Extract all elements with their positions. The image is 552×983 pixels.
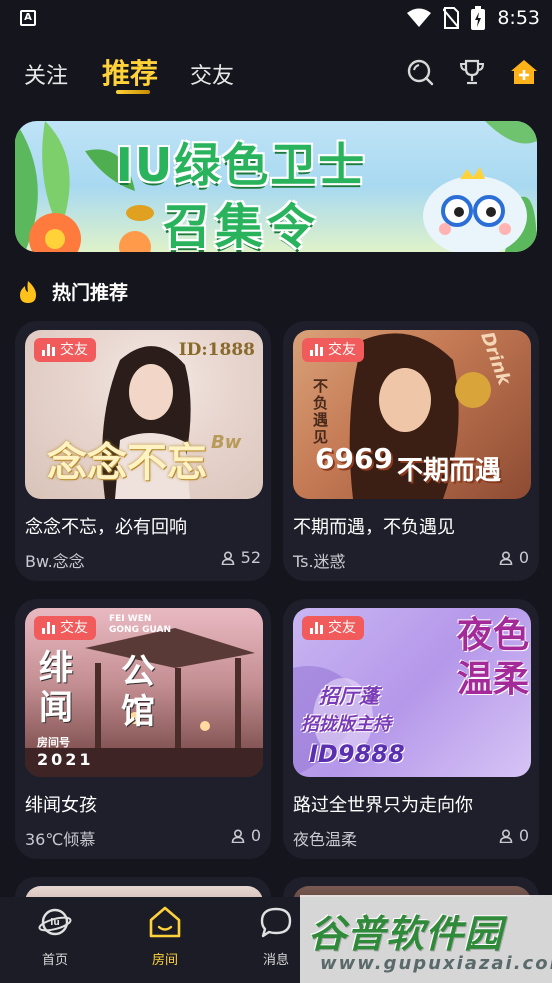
trophy-icon[interactable] xyxy=(458,58,486,86)
chart-bars-icon xyxy=(310,344,323,356)
chart-bars-icon xyxy=(310,622,323,634)
cover-side-text: 不负遇见 xyxy=(313,377,329,446)
room-title: 路过全世界只为走向你 xyxy=(293,795,473,816)
clock: 8:53 xyxy=(497,7,540,29)
chat-bubble-icon xyxy=(260,907,292,938)
person-icon xyxy=(499,828,513,843)
cover-id-text: ID9888 xyxy=(309,740,405,768)
chart-bars-icon xyxy=(42,344,55,356)
listener-count-value: 0 xyxy=(518,548,529,567)
person-icon xyxy=(499,550,513,565)
tab-friends[interactable]: 交友 xyxy=(190,58,234,90)
banner-title-line2: 召集令 xyxy=(162,199,319,252)
room-cover-image: 交友 不负遇见 Drink 6969 不期而遇 xyxy=(293,330,531,499)
host-name: Ts.迷惑 xyxy=(293,552,346,571)
tag-label: 交友 xyxy=(60,342,88,358)
search-icon[interactable] xyxy=(406,58,434,86)
cover-main-text-2: 公馆 xyxy=(121,652,155,732)
room-card[interactable]: 交友 ID:1888 念念不忘 Bw 念念不忘，必有回响 Bw.念念 52 xyxy=(15,321,271,581)
room-card[interactable]: 交友 FEI WEN GONG GUAN 绯闻 公馆 房间号 2021 绯闻女孩… xyxy=(15,599,271,859)
nav-home-label: 首页 xyxy=(41,953,68,968)
host-name: 36℃倾慕 xyxy=(25,830,96,849)
tag-label: 交友 xyxy=(60,620,88,636)
watermark-title: 谷普软件园 xyxy=(308,912,504,956)
host-name: Bw.念念 xyxy=(25,552,85,571)
chart-bars-icon xyxy=(42,622,55,634)
nav-rooms-label: 房间 xyxy=(151,953,178,968)
cover-line2-text: 招拢版主持 xyxy=(301,714,391,735)
cover-number-text: 6969 xyxy=(315,442,393,475)
home-plus-icon[interactable] xyxy=(510,58,538,86)
tag-label: 交友 xyxy=(328,620,356,636)
watermark: 谷普软件园 www.gupuxiazai.com xyxy=(300,895,552,983)
category-tag: 交友 xyxy=(302,338,364,362)
tag-label: 交友 xyxy=(328,342,356,358)
wifi-icon xyxy=(407,8,432,27)
planet-iu-icon: iu xyxy=(38,908,72,936)
svg-text:iu: iu xyxy=(50,918,60,928)
room-title: 念念不忘，必有回响 xyxy=(25,517,187,538)
cover-main-text: 夜色温柔 xyxy=(456,615,529,700)
cover-room-number: 2021 xyxy=(37,750,94,769)
person-icon xyxy=(231,828,245,843)
listener-count-value: 0 xyxy=(518,826,529,845)
cover-main-text-1: 绯闻 xyxy=(39,648,73,728)
category-tag: 交友 xyxy=(34,338,96,362)
cover-id-text: ID:1888 xyxy=(178,340,255,360)
battery-icon xyxy=(471,6,486,30)
cover-top-text: FEI WEN GONG GUAN xyxy=(109,614,172,635)
tab-follow[interactable]: 关注 xyxy=(24,58,68,90)
room-title: 不期而遇，不负遇见 xyxy=(293,517,455,538)
banner-title-line1: IU绿色卫士 xyxy=(115,138,367,192)
house-icon xyxy=(149,906,181,938)
section-title: 热门推荐 xyxy=(52,282,129,304)
watermark-url: www.gupuxiazai.com xyxy=(320,953,552,974)
room-cover-image: 交友 FEI WEN GONG GUAN 绯闻 公馆 房间号 2021 xyxy=(25,608,263,777)
top-tab-bar: 关注 推荐 交友 xyxy=(0,48,552,104)
nav-home[interactable]: iu 首页 xyxy=(15,905,95,968)
category-tag: 交友 xyxy=(302,616,364,640)
tab-recommend[interactable]: 推荐 xyxy=(102,52,158,92)
cover-main-text: 念念不忘 xyxy=(47,440,207,486)
person-icon xyxy=(221,550,234,565)
cover-room-label: 房间号 xyxy=(37,736,70,749)
room-card[interactable]: 交友 夜色温柔 招厅蓬 招拢版主持 ID9888 路过全世界只为走向你 夜色温柔… xyxy=(283,599,539,859)
listener-count: 0 xyxy=(499,826,529,845)
listener-count: 52 xyxy=(221,548,261,567)
notification-icon: A xyxy=(20,10,36,26)
active-tab-indicator xyxy=(116,90,150,94)
host-name: 夜色温柔 xyxy=(293,830,358,849)
room-title: 绯闻女孩 xyxy=(25,795,97,816)
listener-count-value: 52 xyxy=(240,548,261,567)
flame-icon xyxy=(20,281,36,303)
listener-count: 0 xyxy=(499,548,529,567)
cover-main-text: 不期而遇 xyxy=(397,456,502,486)
no-sim-icon xyxy=(443,7,460,29)
listener-count: 0 xyxy=(231,826,261,845)
category-tag: 交友 xyxy=(34,616,96,640)
room-card[interactable]: 交友 不负遇见 Drink 6969 不期而遇 不期而遇，不负遇见 Ts.迷惑 … xyxy=(283,321,539,581)
nav-rooms[interactable]: 房间 xyxy=(125,905,205,968)
status-bar: A 8:53 xyxy=(0,0,552,38)
listener-count-value: 0 xyxy=(250,826,261,845)
cover-sub-text: Bw xyxy=(211,432,242,453)
room-cover-image: 交友 ID:1888 念念不忘 Bw xyxy=(25,330,263,499)
cover-line1-text: 招厅蓬 xyxy=(319,684,379,708)
room-cover-image: 交友 夜色温柔 招厅蓬 招拢版主持 ID9888 xyxy=(293,608,531,777)
promo-banner[interactable]: IU绿色卫士 召集令 xyxy=(15,121,537,252)
